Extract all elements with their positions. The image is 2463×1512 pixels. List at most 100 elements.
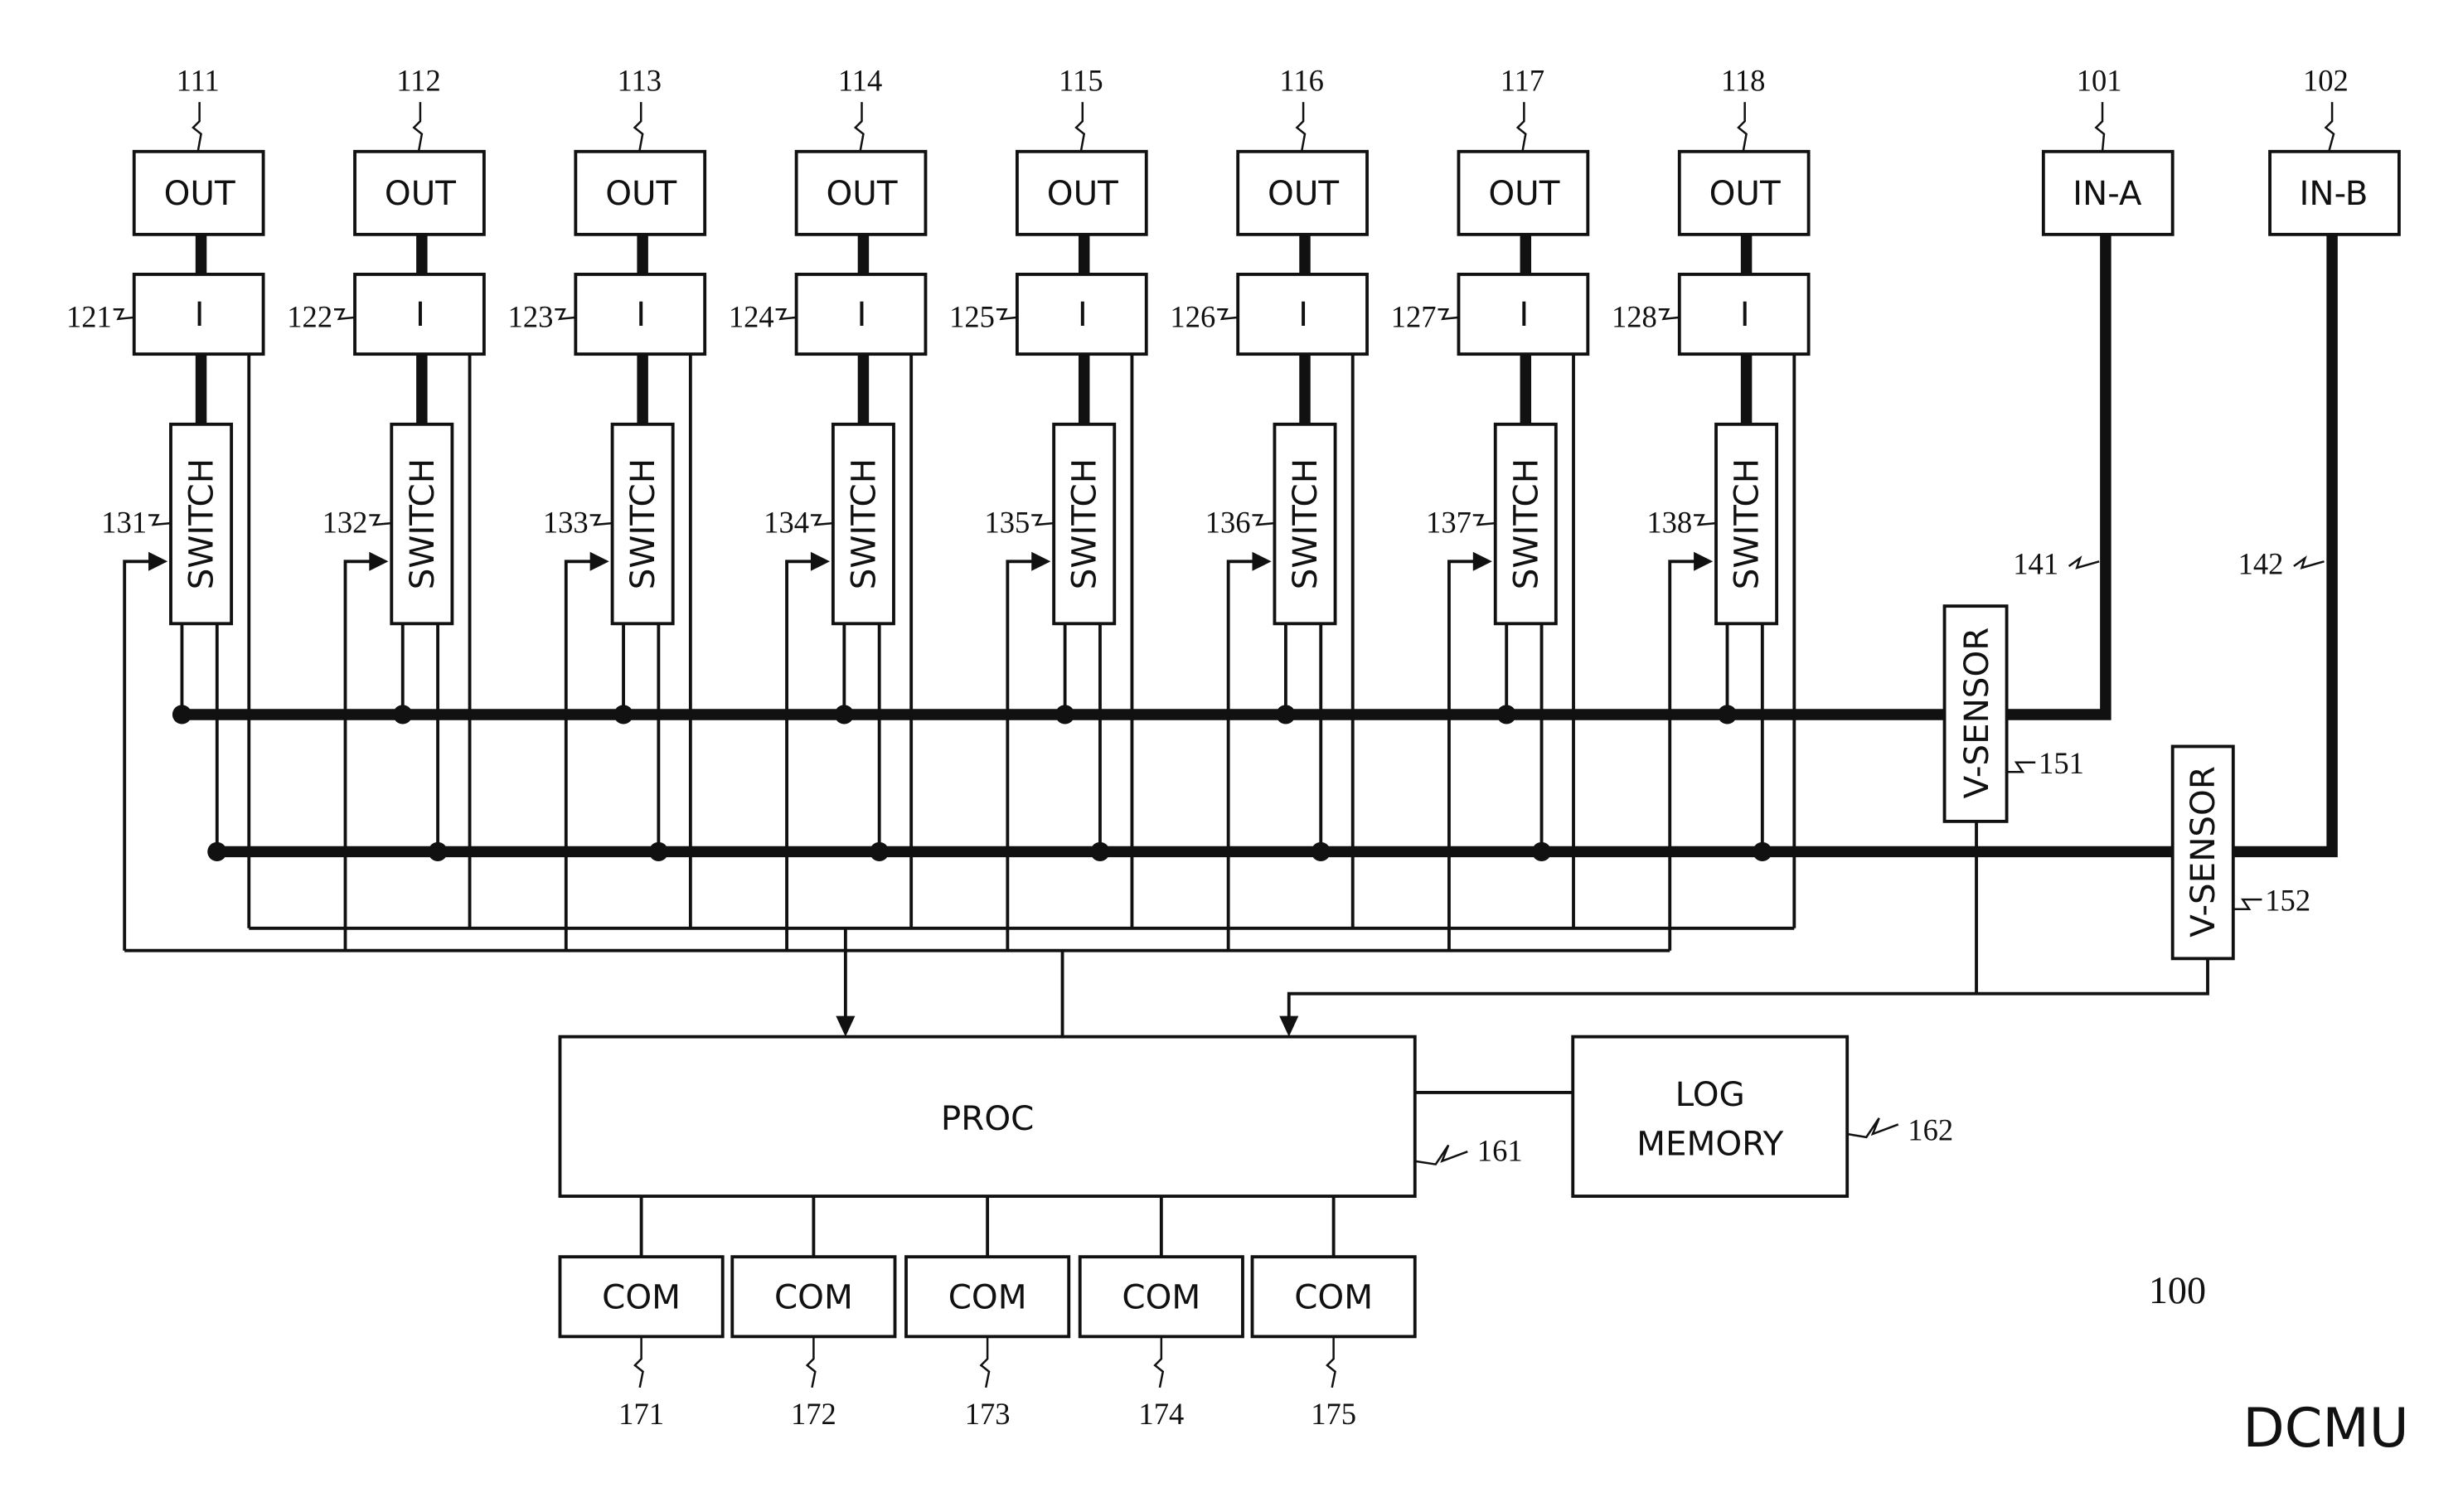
input-a-line-ref: 141 [2013, 547, 2058, 581]
bus-b-junction [207, 841, 227, 861]
leader-line [1414, 1144, 1468, 1166]
bus-a-junction [613, 705, 633, 724]
v-sensor-151-ref: 151 [2039, 746, 2084, 780]
switch-ref: 137 [1426, 506, 1471, 540]
com-port: COM 175 [1250, 1255, 1417, 1431]
v-sensor-152-label: V-SENSOR [2183, 766, 2223, 938]
arrow-head [589, 551, 609, 571]
leader-line [1153, 1336, 1165, 1388]
out-label: OUT [1268, 173, 1339, 213]
switch-ref: 138 [1646, 506, 1692, 540]
switch-ref: 133 [543, 506, 589, 540]
current-sensor-label: I [1519, 294, 1529, 334]
log-memory-ref: 162 [1908, 1113, 1953, 1147]
output-channel: OUT 115 I 125 SWITCH 135 [949, 64, 1148, 626]
out-ref: 116 [1279, 64, 1323, 98]
switch-control-line [785, 560, 816, 951]
com-label: COM [1122, 1277, 1200, 1316]
bus-b-junction [648, 841, 668, 861]
output-channels: OUT111I121SWITCH131OUT112I122SWITCH132OU… [66, 64, 1811, 626]
out-label: OUT [1047, 173, 1118, 213]
switch-control-line [343, 560, 375, 951]
arrow-head [1252, 551, 1272, 571]
switch-ref: 132 [322, 506, 368, 540]
leader-line [853, 102, 865, 153]
switch-control-line [564, 560, 595, 951]
bus-b-junction [1090, 841, 1110, 861]
input-a-label: IN-A [2073, 173, 2142, 213]
current-sensor-label: I [195, 294, 205, 334]
switch-label: SWITCH [1285, 458, 1325, 589]
figure-title: DCMU [2242, 1397, 2408, 1460]
current-sensor-ref: 127 [1391, 299, 1437, 333]
output-channel: OUT 114 I 124 SWITCH 134 [729, 64, 928, 626]
current-sensor-ref: 128 [1612, 299, 1657, 333]
output-channel: OUT 112 I 122 SWITCH 132 [287, 64, 486, 626]
figure-reference: 100 [2149, 1269, 2206, 1311]
bus-b-junction [870, 841, 890, 861]
leader-line [148, 514, 172, 526]
output-channel: OUT 118 I 128 SWITCH 138 [1612, 64, 1811, 626]
leader-line [1326, 1336, 1336, 1388]
com-label: COM [774, 1277, 853, 1316]
output-channel: OUT 117 I 127 SWITCH 137 [1391, 64, 1590, 626]
bus-a-junction [393, 705, 413, 724]
v-sensor-152-ref: 152 [2265, 884, 2310, 918]
input-b-ref: 102 [2303, 64, 2349, 98]
proc-ref: 161 [1477, 1134, 1523, 1168]
com-port: COM 173 [904, 1255, 1071, 1431]
current-sensor-label: I [636, 294, 646, 334]
bus-b-junction [1531, 841, 1552, 861]
out-ref: 112 [396, 64, 440, 98]
input-b-line-ref: 142 [2238, 547, 2284, 581]
leader-line [1295, 102, 1307, 153]
switch-label: SWITCH [1064, 458, 1104, 589]
leader-line [2293, 555, 2325, 569]
current-sensor-ref: 125 [949, 299, 995, 333]
input-a: 101 IN-A 141 [2013, 64, 2175, 581]
switch-control-line [1226, 560, 1258, 951]
proc-label: PROC [941, 1098, 1034, 1138]
out-ref: 113 [618, 64, 662, 98]
com-port: COM 171 [558, 1255, 725, 1431]
log-memory-label-line1: LOG [1675, 1074, 1745, 1114]
current-sensor-label: I [415, 294, 425, 334]
v-sensor-151-label: V-SENSOR [1956, 628, 1996, 799]
switch-label: SWITCH [1727, 458, 1767, 589]
switch-control-line [123, 560, 153, 951]
leader-line [1694, 514, 1717, 526]
com-ports: COM 171 COM 172 COM 173 COM 174 COM 175 [558, 1255, 1417, 1431]
current-sensor-ref: 124 [729, 299, 774, 333]
current-sensor-ref: 121 [66, 299, 112, 333]
com-ref: 172 [791, 1397, 836, 1431]
v-sensors-to-proc [1287, 958, 2209, 1021]
dcmu-block-diagram: OUT111I121SWITCH131OUT112I122SWITCH132OU… [66, 64, 2409, 1460]
switch-label: SWITCH [843, 458, 883, 589]
leader-line [633, 1336, 644, 1388]
leader-line [1031, 514, 1055, 526]
switch-ref: 134 [764, 506, 809, 540]
leader-line [1252, 514, 1275, 526]
switch-control-line [1668, 560, 1699, 951]
com-port: COM 174 [1078, 1255, 1244, 1431]
switch-ref: 136 [1205, 506, 1251, 540]
switch-label: SWITCH [1505, 458, 1545, 589]
arrow-head [148, 551, 168, 571]
leader-line [1074, 102, 1086, 153]
leader-line [589, 514, 613, 526]
switch-control-line [1447, 560, 1478, 951]
com-ref: 173 [965, 1397, 1011, 1431]
leader-line [2233, 898, 2262, 910]
log-memory-box[interactable] [1571, 1035, 1850, 1198]
leader-line [810, 514, 833, 526]
current-sensor-label: I [1078, 294, 1088, 334]
leader-line [1737, 102, 1748, 153]
leader-line [1438, 308, 1459, 321]
output-channel: OUT 116 I 126 SWITCH 136 [1170, 64, 1369, 626]
processor: PROC 161 [558, 1035, 1523, 1198]
current-sensor-ref: 126 [1170, 299, 1215, 333]
com-label: COM [602, 1277, 681, 1316]
out-label: OUT [385, 173, 456, 213]
com-ref: 175 [1311, 1397, 1356, 1431]
switch-control-line [1006, 560, 1036, 951]
